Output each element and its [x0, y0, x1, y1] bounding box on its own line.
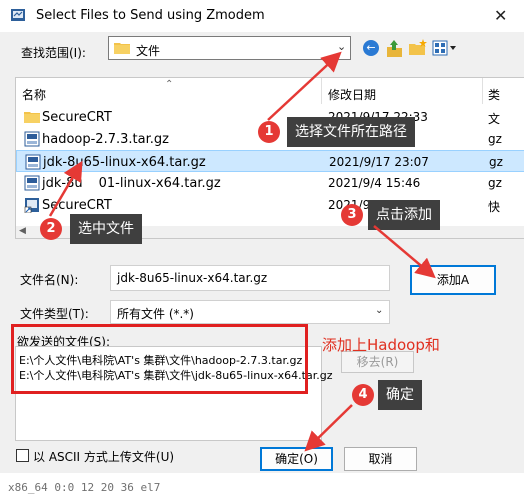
chevron-down-icon[interactable]: ⌄: [375, 305, 383, 316]
archive-icon: [25, 154, 41, 170]
lookin-label: 查找范围(I):: [21, 46, 86, 60]
file-name-tail: 01-linux-x64.tar.gz: [98, 176, 221, 191]
ascii-upload-label: 以 ASCII 方式上传文件(U): [33, 450, 175, 464]
add-button[interactable]: 添加A: [410, 265, 496, 295]
file-type: gz: [489, 155, 503, 169]
view-menu-icon[interactable]: [432, 40, 458, 56]
column-header-type[interactable]: 类: [488, 86, 500, 103]
file-name: SecureCRT: [42, 198, 112, 213]
step-number-2: 2: [40, 218, 62, 240]
ascii-upload-checkbox[interactable]: [16, 449, 29, 462]
file-name-head: jdk-8u: [42, 176, 83, 191]
step-label-4: 确定: [378, 380, 422, 410]
terminal-text: x86_64 0:0 12 20 36 el7: [8, 481, 161, 494]
scroll-left-icon[interactable]: ◀: [19, 226, 26, 236]
column-divider[interactable]: [482, 78, 483, 104]
file-type: gz: [488, 132, 502, 146]
file-type: 快: [488, 200, 501, 214]
file-row[interactable]: jdk-8u 01-linux-x64.tar.gz 2021/9/4 15:46…: [16, 172, 524, 194]
file-name: SecureCRT: [42, 110, 112, 125]
folder-icon: [24, 112, 40, 123]
filename-input[interactable]: jdk-8u65-linux-x64.tar.gz: [110, 265, 390, 291]
filetype-label: 文件类型(T):: [20, 307, 89, 321]
lookin-dropdown[interactable]: 文件 ⌄: [108, 36, 351, 60]
lookin-value: 文件: [136, 44, 161, 58]
highlight-box: [11, 324, 308, 394]
step-number-3: 3: [341, 204, 363, 226]
file-row-selected[interactable]: jdk-8u65-linux-x64.tar.gz 2021/9/17 23:0…: [16, 150, 524, 172]
file-type: gz: [488, 176, 502, 190]
file-type: 文: [488, 112, 501, 126]
step-number-4: 4: [352, 384, 374, 406]
step-label-1: 选择文件所在路径: [287, 117, 415, 147]
filename-value: jdk-8u65-linux-x64.tar.gz: [117, 271, 268, 285]
annotation-note: 添加上Hadoop和: [322, 336, 440, 354]
filename-label: 文件名(N):: [20, 273, 79, 287]
step-number-1: 1: [258, 121, 280, 143]
archive-icon: [24, 175, 40, 191]
file-date: 2021/9/17 23:07: [329, 155, 429, 169]
column-divider[interactable]: [321, 78, 322, 104]
terminal-background: x86_64 0:0 12 20 36 el7: [0, 473, 524, 494]
securecrt-app-icon: [11, 9, 25, 21]
column-header-date[interactable]: 修改日期: [328, 86, 376, 103]
new-folder-icon[interactable]: [408, 38, 428, 58]
close-icon[interactable]: ✕: [494, 6, 507, 25]
file-date: 2021/9/4 15:46: [328, 176, 421, 190]
file-name: jdk-8u 01-linux-x64.tar.gz: [42, 176, 221, 191]
cancel-button[interactable]: 取消: [344, 447, 417, 471]
title-bar: Select Files to Send using Zmodem ✕: [0, 0, 524, 32]
back-icon[interactable]: ←: [363, 40, 379, 56]
up-folder-icon[interactable]: [385, 38, 403, 58]
file-name: jdk-8u65-linux-x64.tar.gz: [43, 155, 206, 170]
step-label-3: 点击添加: [368, 200, 440, 230]
shortcut-icon: [24, 198, 39, 213]
sort-ascending-icon: ⌃: [165, 79, 174, 90]
ok-button[interactable]: 确定(O): [260, 447, 333, 471]
file-row[interactable]: SecureCRT 2021/9/17 22:33 快: [16, 194, 524, 216]
folder-icon: [114, 43, 130, 54]
file-name: hadoop-2.7.3.tar.gz: [42, 132, 169, 147]
window-title: Select Files to Send using Zmodem: [36, 8, 265, 23]
filetype-dropdown[interactable]: 所有文件 (*.*) ⌄: [110, 300, 390, 324]
chevron-down-icon[interactable]: ⌄: [337, 40, 346, 53]
step-label-2: 选中文件: [70, 214, 142, 244]
column-header-name[interactable]: 名称: [22, 86, 46, 103]
filetype-value: 所有文件 (*.*): [117, 307, 194, 321]
archive-icon: [24, 131, 40, 147]
